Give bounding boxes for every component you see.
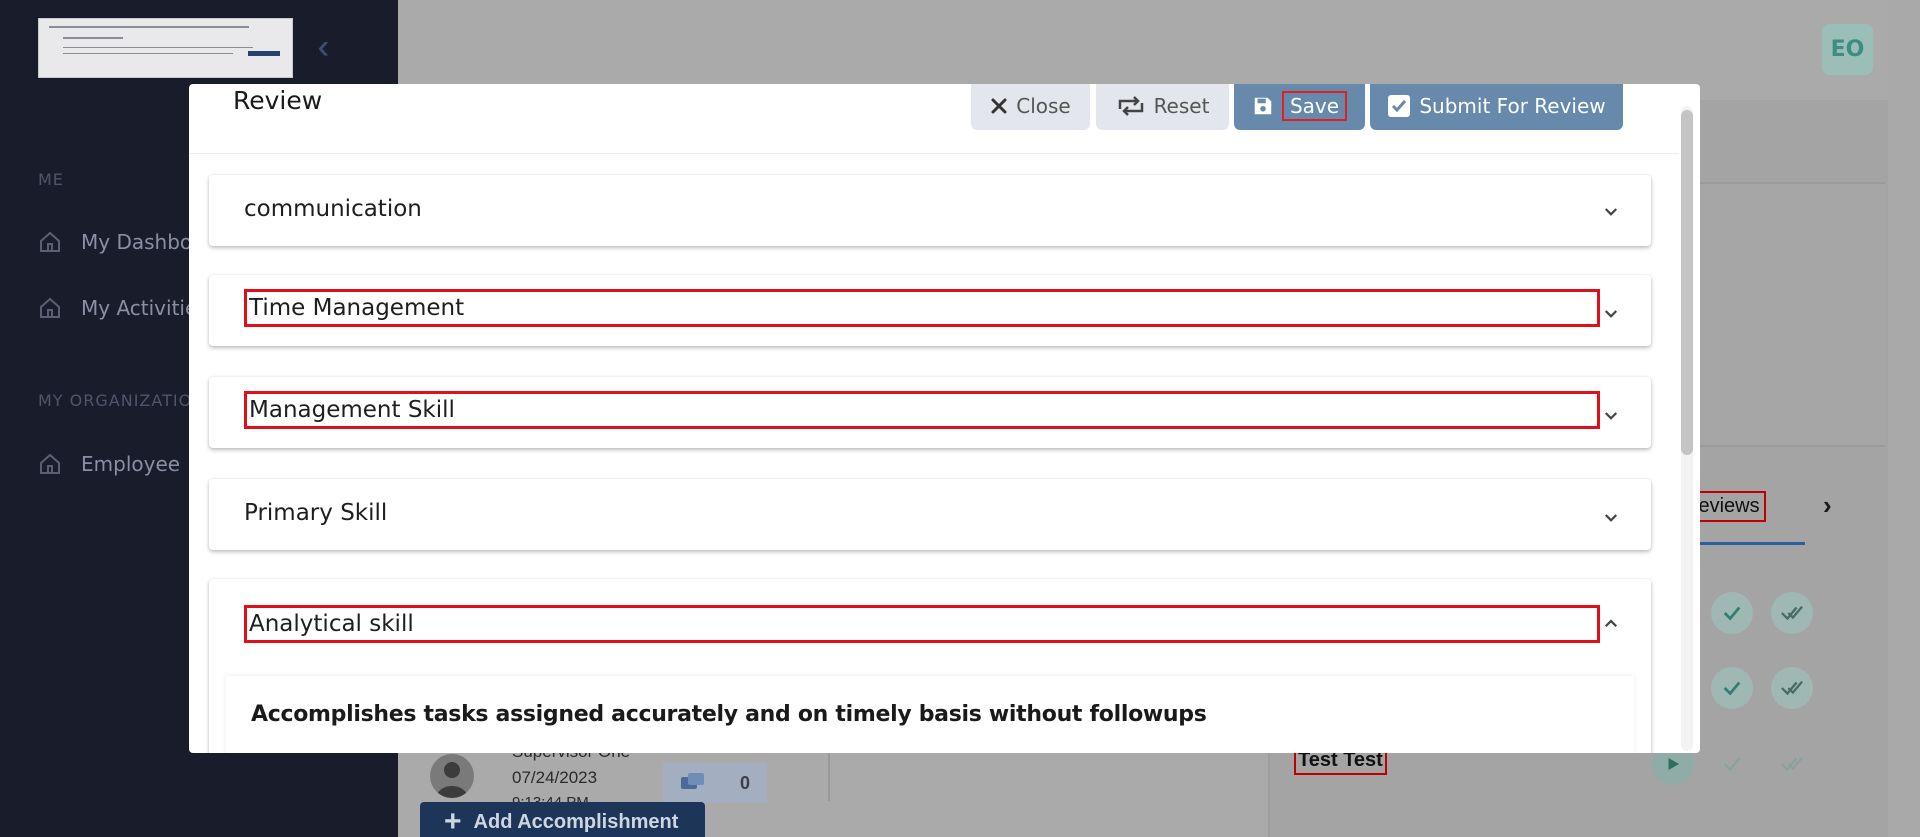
section-time-management[interactable]: Time Management: [209, 275, 1651, 346]
section-label-me: ME: [38, 170, 64, 189]
section-management-skill[interactable]: Management Skill: [209, 377, 1651, 448]
double-check-button[interactable]: [1771, 743, 1813, 785]
reset-icon: [1118, 96, 1143, 116]
approve-button[interactable]: [1711, 667, 1753, 709]
accomplishment-date: 07/24/2023: [512, 768, 598, 787]
approve-button[interactable]: [1711, 743, 1753, 785]
section-title: Primary Skill: [244, 500, 388, 526]
section-title: Management Skill: [244, 391, 1600, 429]
chevron-right-icon[interactable]: ›: [1823, 490, 1832, 521]
submit-label: Submit For Review: [1419, 94, 1606, 118]
submit-for-review-button[interactable]: Submit For Review: [1370, 84, 1623, 130]
modal-title: Review: [233, 86, 323, 115]
plus-icon: +: [444, 805, 462, 837]
double-check-icon: [1781, 605, 1803, 621]
save-label: Save: [1281, 91, 1348, 121]
save-button[interactable]: Save: [1234, 84, 1365, 130]
home-icon: [40, 297, 60, 318]
modal-header: Review Close Reset Save Submit For Revie…: [189, 84, 1679, 154]
chevron-down-icon[interactable]: [1602, 509, 1620, 527]
section-label-organization: MY ORGANIZATION: [38, 391, 206, 410]
home-icon: [40, 453, 60, 474]
approve-button[interactable]: [1711, 592, 1753, 634]
criteria-card: Accomplishes tasks assigned accurately a…: [226, 676, 1634, 753]
double-check-icon: [1781, 680, 1803, 696]
double-check-button[interactable]: [1771, 667, 1813, 709]
criteria-text: Accomplishes tasks assigned accurately a…: [251, 702, 1207, 727]
double-check-icon: [1781, 756, 1803, 772]
comment-count: 0: [739, 772, 750, 793]
add-accomplishment-label: Add Accomplishment: [473, 810, 679, 833]
add-accomplishment-button[interactable]: + Add Accomplishment: [420, 802, 705, 837]
chevron-down-icon[interactable]: [1602, 305, 1620, 323]
section-title: communication: [244, 196, 422, 222]
comments-icon: [680, 773, 704, 789]
sidebar-item-label: Employee: [81, 452, 181, 476]
close-button[interactable]: Close: [971, 84, 1090, 130]
reset-button[interactable]: Reset: [1096, 84, 1229, 130]
chevron-down-icon[interactable]: [1602, 203, 1620, 221]
double-check-button[interactable]: [1771, 592, 1813, 634]
close-icon: [991, 98, 1007, 114]
scrollbar-thumb[interactable]: [1681, 110, 1693, 455]
chevron-down-icon[interactable]: [1602, 407, 1620, 425]
play-icon: [1668, 758, 1679, 770]
chevron-up-icon[interactable]: [1602, 615, 1620, 633]
check-icon: [1723, 681, 1741, 696]
comment-count-button[interactable]: 0: [663, 763, 767, 803]
section-primary-skill[interactable]: Primary Skill: [209, 479, 1651, 550]
reset-label: Reset: [1153, 94, 1210, 118]
user-avatar[interactable]: EO: [1822, 24, 1873, 75]
sidebar-item-employee[interactable]: Employee: [38, 452, 180, 476]
review-modal: Review Close Reset Save Submit For Revie…: [189, 84, 1700, 753]
avatar: [430, 754, 474, 798]
section-title: Analytical skill: [244, 605, 1600, 643]
floppy-disk-icon: [1254, 97, 1272, 115]
checkbox-checked-icon: [1388, 95, 1411, 117]
check-icon: [1723, 606, 1741, 621]
section-title: Time Management: [244, 289, 1600, 327]
home-icon: [40, 231, 60, 252]
close-label: Close: [1016, 94, 1071, 118]
app-thumbnail[interactable]: [38, 18, 293, 78]
section-communication[interactable]: communication: [209, 175, 1651, 246]
sidebar-item-activities[interactable]: My Activities: [38, 296, 208, 320]
check-icon: [1723, 757, 1741, 772]
